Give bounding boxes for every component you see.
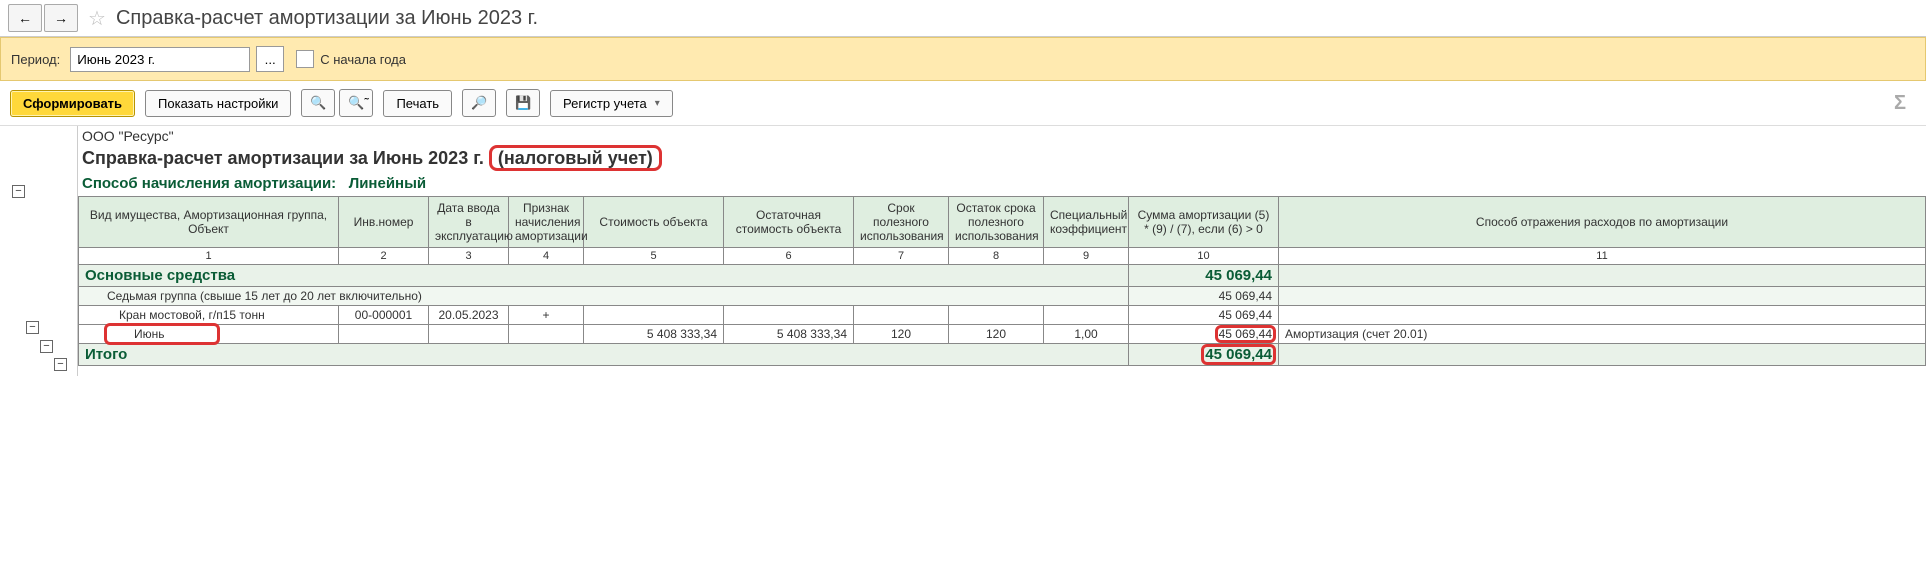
arrow-left-icon: ←	[18, 10, 32, 26]
organization-name: ООО "Ресурс"	[78, 126, 1926, 146]
chevron-down-icon: ▾	[655, 98, 660, 109]
outline-gutter: − − − −	[0, 126, 78, 376]
save-icon: 💾	[515, 95, 531, 111]
col-header: Остаточная стоимость объекта	[724, 197, 854, 248]
print-preview-button[interactable]: 🔎	[462, 89, 496, 117]
nav-back-button[interactable]: ←	[8, 4, 42, 32]
tax-accounting-highlight: (налоговый учет)	[489, 145, 662, 171]
nav-forward-button[interactable]: →	[44, 4, 78, 32]
col-header: Стоимость объекта	[584, 197, 724, 248]
search-next-icon: 🔍̃	[348, 95, 364, 111]
total-highlight: 45 069,44	[1205, 346, 1272, 363]
col-header: Срок полезного использования	[854, 197, 949, 248]
col-header: Остаток срока полезного использования	[949, 197, 1044, 248]
search-icon: 🔍	[310, 95, 326, 111]
table-row[interactable]: Седьмая группа (свыше 15 лет до 20 лет в…	[79, 287, 1926, 306]
outline-toggle[interactable]: −	[26, 321, 39, 334]
show-settings-button[interactable]: Показать настройки	[145, 90, 291, 117]
arrow-right-icon: →	[54, 10, 68, 26]
col-header: Вид имущества, Амортизационная группа, О…	[79, 197, 339, 248]
table-row[interactable]: Кран мостовой, г/п15 тонн 00-000001 20.0…	[79, 306, 1926, 325]
col-header: Инв.номер	[339, 197, 429, 248]
col-header: Сумма амортизации (5) * (9) / (7), если …	[1129, 197, 1279, 248]
period-picker-button[interactable]: ...	[256, 46, 284, 72]
month-highlight: Июнь	[134, 327, 165, 341]
page-title: Справка-расчет амортизации за Июнь 2023 …	[116, 7, 538, 30]
outline-toggle[interactable]: −	[54, 358, 67, 371]
table-row[interactable]: Июнь 5 408 333,34 5 408 333,34 120 120 1…	[79, 325, 1926, 344]
col-header: Способ отражения расходов по амортизации	[1279, 197, 1926, 248]
generate-button[interactable]: Сформировать	[10, 90, 135, 117]
col-header: Специальный коэффициент	[1044, 197, 1129, 248]
report-table: Вид имущества, Амортизационная группа, О…	[78, 196, 1926, 366]
report-title: Справка-расчет амортизации за Июнь 2023 …	[78, 146, 1926, 171]
from-year-start-label: С начала года	[320, 52, 406, 67]
method-value: Линейный	[349, 175, 426, 192]
search-button[interactable]: 🔍	[301, 89, 335, 117]
print-button[interactable]: Печать	[383, 90, 452, 117]
from-year-start-checkbox[interactable]	[296, 50, 314, 68]
accounting-register-button[interactable]: Регистр учета▾	[550, 90, 673, 117]
outline-toggle[interactable]: −	[12, 185, 25, 198]
table-row[interactable]: Основные средства 45 069,44	[79, 265, 1926, 287]
preview-icon: 🔎	[471, 95, 487, 111]
table-row[interactable]: Итого 45 069,44	[79, 344, 1926, 366]
method-label: Способ начисления амортизации:	[82, 175, 336, 192]
col-header: Дата ввода в эксплуатацию	[429, 197, 509, 248]
favorite-star-icon[interactable]: ☆	[88, 6, 106, 31]
col-header: Признак начисления амортизации	[509, 197, 584, 248]
sum-icon[interactable]: Σ	[1884, 92, 1916, 115]
sum-highlight: 45 069,44	[1219, 327, 1272, 341]
save-button[interactable]: 💾	[506, 89, 540, 117]
outline-toggle[interactable]: −	[40, 340, 53, 353]
search-next-button[interactable]: 🔍̃	[339, 89, 373, 117]
period-label: Период:	[11, 52, 60, 67]
period-input[interactable]	[70, 47, 250, 72]
